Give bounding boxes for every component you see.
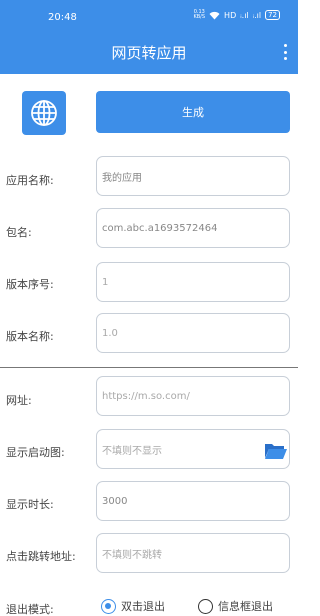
section-divider [0,367,298,368]
exit-mode-group: 退出模式: 双击退出 信息框退出 [0,598,298,616]
signal-icon-2: ᵢ.ıl [252,10,262,20]
version-name-label: 版本名称: [6,330,54,343]
status-icons: 0.13 KB/S HD ᵢ.ıl ᵢ.ıl 72 [193,10,280,20]
network-speed: 0.13 KB/S [193,9,206,20]
radio-label: 信息框退出 [218,600,273,613]
url-field[interactable]: https://m.so.com/ [96,376,290,416]
folder-open-icon[interactable] [264,442,288,460]
version-name-field[interactable]: 1.0 [96,313,290,353]
url-label: 网址: [6,394,32,407]
app-name-field[interactable]: 我的应用 [96,156,290,196]
package-field[interactable]: com.abc.a1693572464 [96,208,290,248]
exit-mode-label: 退出模式: [6,603,54,616]
exit-mode-double-tap-radio[interactable]: 双击退出 [101,598,165,614]
generate-button[interactable]: 生成 [96,91,290,133]
exit-mode-dialog-radio[interactable]: 信息框退出 [198,598,273,614]
radio-unchecked-icon [198,598,213,614]
globe-button[interactable] [22,91,66,135]
battery-icon: 72 [265,10,280,20]
more-vert-icon[interactable] [282,44,288,60]
status-bar: 20:48 0.13 KB/S HD ᵢ.ıl ᵢ.ıl 72 [0,0,298,32]
signal-icon-1: ᵢ.ıl [240,10,249,20]
version-code-label: 版本序号: [6,278,54,291]
duration-field[interactable]: 3000 [96,481,290,521]
package-label: 包名: [6,226,32,239]
click-url-field[interactable]: 不填则不跳转 [96,533,290,573]
splash-field[interactable]: 不填则不显示 [96,429,290,469]
splash-label: 显示启动图: [6,446,65,459]
radio-label: 双击退出 [121,600,165,613]
page-title: 网页转应用 [111,44,187,62]
duration-label: 显示时长: [6,498,54,511]
app-bar: 20:48 0.13 KB/S HD ᵢ.ıl ᵢ.ıl 72 网页转应用 [0,0,298,74]
app-name-label: 应用名称: [6,174,54,187]
radio-checked-icon [101,598,116,614]
status-time: 20:48 [48,12,77,23]
globe-icon [31,100,57,126]
hd-badge: HD [224,10,237,20]
version-code-field[interactable]: 1 [96,262,290,302]
wifi-icon [209,11,220,19]
click-url-label: 点击跳转地址: [6,550,76,563]
